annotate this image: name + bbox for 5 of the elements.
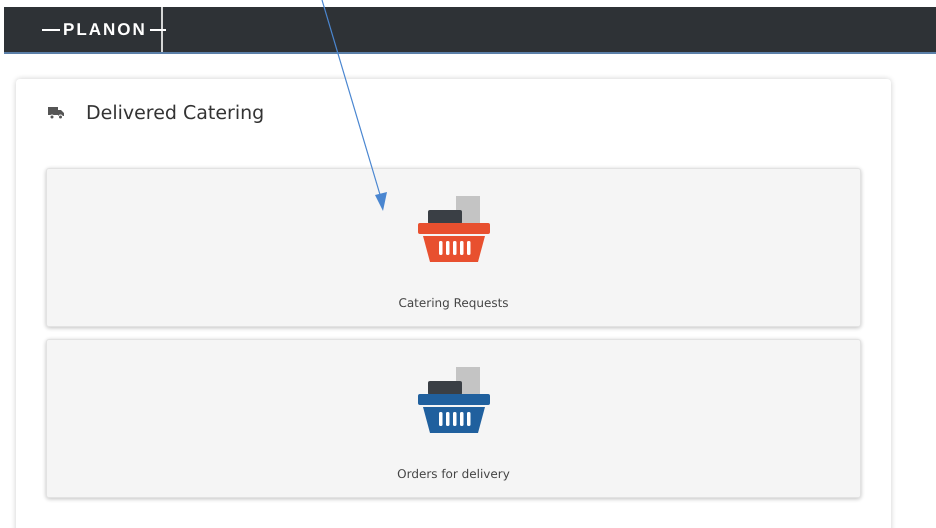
truck-icon [48,107,64,119]
menu-tile[interactable]: Orders for delivery [46,339,861,498]
logo: PLANON [42,7,166,52]
panel-title: Delivered Catering [86,102,264,124]
menu-tile[interactable]: Catering Requests [46,168,861,327]
